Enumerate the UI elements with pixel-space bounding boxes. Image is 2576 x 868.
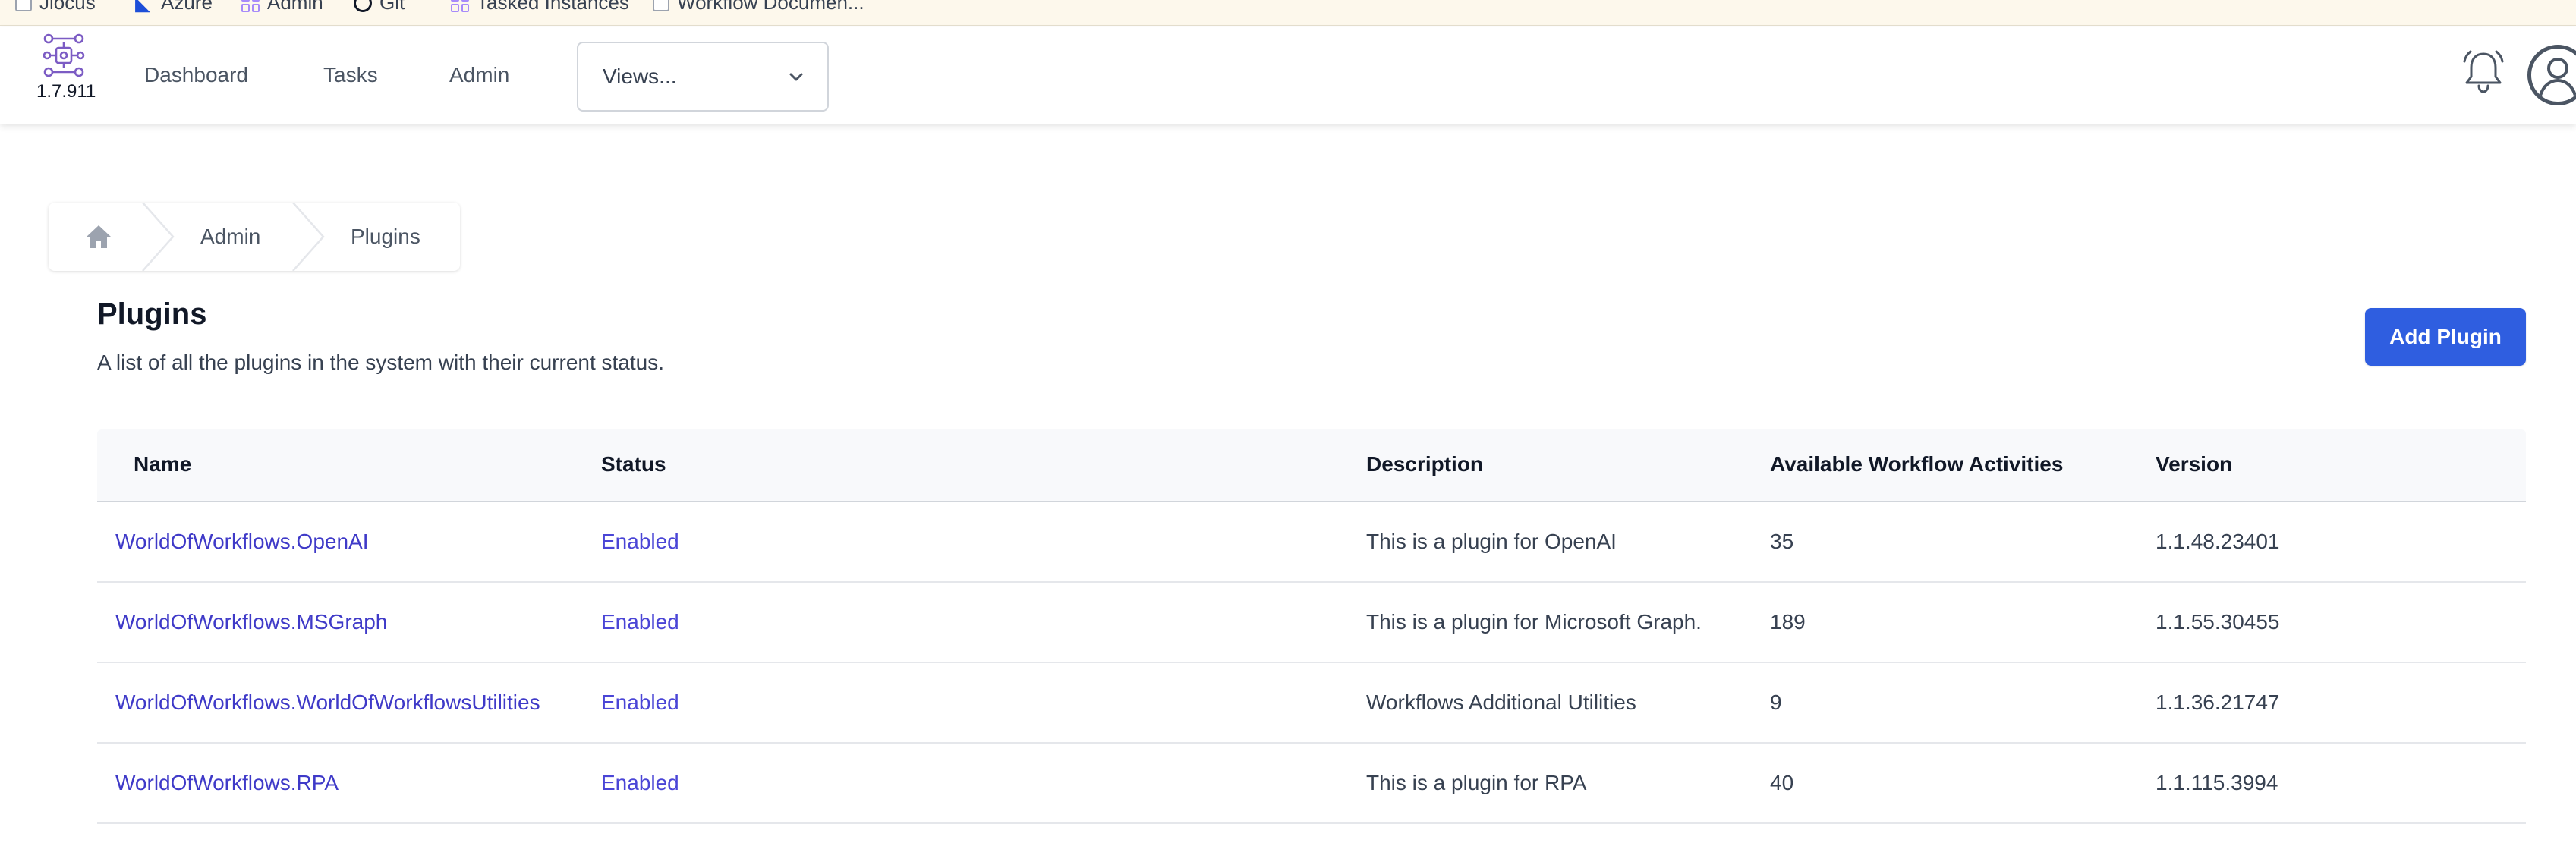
home-icon[interactable] (85, 224, 112, 250)
plugin-name-link[interactable]: WorldOfWorkflows.MSGraph (115, 610, 387, 634)
breadcrumb-admin[interactable]: Admin (200, 225, 260, 249)
table-header: Name Status Description Available Workfl… (97, 429, 2526, 502)
page-icon (15, 0, 32, 11)
nav-dashboard[interactable]: Dashboard (144, 63, 248, 87)
page-title: Plugins (97, 297, 207, 331)
user-avatar-icon (2539, 58, 2576, 96)
plugins-table: Name Status Description Available Workfl… (97, 429, 2526, 824)
column-header-name: Name (134, 452, 192, 476)
breadcrumb-separator (292, 203, 325, 271)
plugin-version: 1.1.55.30455 (2156, 610, 2280, 634)
bell-icon (2463, 50, 2504, 93)
bookmark-label: Azure (161, 0, 213, 14)
bookmark-item[interactable]: Workflow Documen... (653, 0, 864, 14)
plugin-status: Enabled (601, 771, 679, 794)
bookmark-label: Admin (267, 0, 323, 14)
bookmark-item[interactable]: Jiocus (15, 0, 96, 14)
top-navbar: 1.7.911 Dashboard Tasks Admin Views... (0, 27, 2576, 124)
plugin-activities: 40 (1770, 771, 1794, 794)
plugin-description: This is a plugin for RPA (1366, 771, 1587, 794)
bookmark-item[interactable]: ◣ Azure (135, 0, 213, 14)
azure-icon: ◣ (135, 0, 150, 14)
nav-tasks[interactable]: Tasks (323, 63, 378, 87)
notifications-button[interactable] (2461, 48, 2506, 96)
plugin-name-link[interactable]: WorldOfWorkflows.OpenAI (115, 530, 369, 554)
user-menu-button[interactable] (2527, 45, 2576, 105)
page-icon (653, 0, 669, 11)
plugin-description: This is a plugin for Microsoft Graph. (1366, 610, 1702, 634)
plugin-name-link[interactable]: WorldOfWorkflows.WorldOfWorkflowsUtiliti… (115, 690, 540, 715)
plugin-version: 1.1.36.21747 (2156, 690, 2280, 714)
grid-icon (451, 0, 469, 12)
column-header-status: Status (601, 452, 666, 476)
table-row: WorldOfWorkflows.OpenAI Enabled This is … (97, 502, 2526, 583)
app-logo-icon (43, 33, 85, 77)
chevron-down-icon (789, 73, 803, 81)
bookmark-item[interactable]: Tasked Instances (451, 0, 629, 14)
table-row: WorldOfWorkflows.WorldOfWorkflowsUtiliti… (97, 663, 2526, 744)
nav-admin[interactable]: Admin (449, 63, 509, 87)
bookmarks-bar: Jiocus ◣ Azure Admin Git Tasked Instance… (0, 0, 2576, 26)
plugin-description: Workflows Additional Utilities (1366, 690, 1636, 714)
column-header-description: Description (1366, 452, 1484, 476)
views-select-value: Views... (603, 64, 677, 88)
plugin-version: 1.1.48.23401 (2156, 530, 2280, 553)
app-version: 1.7.911 (36, 81, 96, 102)
plugin-status: Enabled (601, 610, 679, 634)
column-header-version: Version (2156, 452, 2233, 476)
plugin-status: Enabled (601, 690, 679, 714)
plugin-status: Enabled (601, 530, 679, 553)
bookmark-label: Jiocus (39, 0, 96, 14)
bookmark-item[interactable]: Git (354, 0, 405, 14)
bookmark-label: Tasked Instances (477, 0, 629, 14)
page-subtitle: A list of all the plugins in the system … (97, 351, 665, 374)
grid-icon (241, 0, 260, 12)
table-row: WorldOfWorkflows.RPA Enabled This is a p… (97, 744, 2526, 824)
add-plugin-button[interactable]: Add Plugin (2365, 308, 2526, 366)
table-row: WorldOfWorkflows.MSGraph Enabled This is… (97, 583, 2526, 663)
plugin-version: 1.1.115.3994 (2156, 771, 2278, 794)
breadcrumb: Admin Plugins (49, 203, 460, 271)
breadcrumb-separator (142, 203, 175, 271)
bookmark-label: Workflow Documen... (677, 0, 864, 14)
views-select[interactable]: Views... (577, 42, 829, 112)
plugin-activities: 9 (1770, 690, 1782, 714)
plugin-description: This is a plugin for OpenAI (1366, 530, 1617, 553)
plugin-name-link[interactable]: WorldOfWorkflows.RPA (115, 771, 339, 795)
breadcrumb-plugins[interactable]: Plugins (351, 225, 420, 249)
column-header-activities: Available Workflow Activities (1770, 452, 2064, 476)
plugin-activities: 35 (1770, 530, 1794, 553)
app-logo[interactable]: 1.7.911 (36, 33, 96, 112)
plugin-activities: 189 (1770, 610, 1806, 634)
bookmark-label: Git (379, 0, 405, 14)
bookmark-item[interactable]: Admin (241, 0, 323, 14)
circle-icon (354, 0, 372, 12)
